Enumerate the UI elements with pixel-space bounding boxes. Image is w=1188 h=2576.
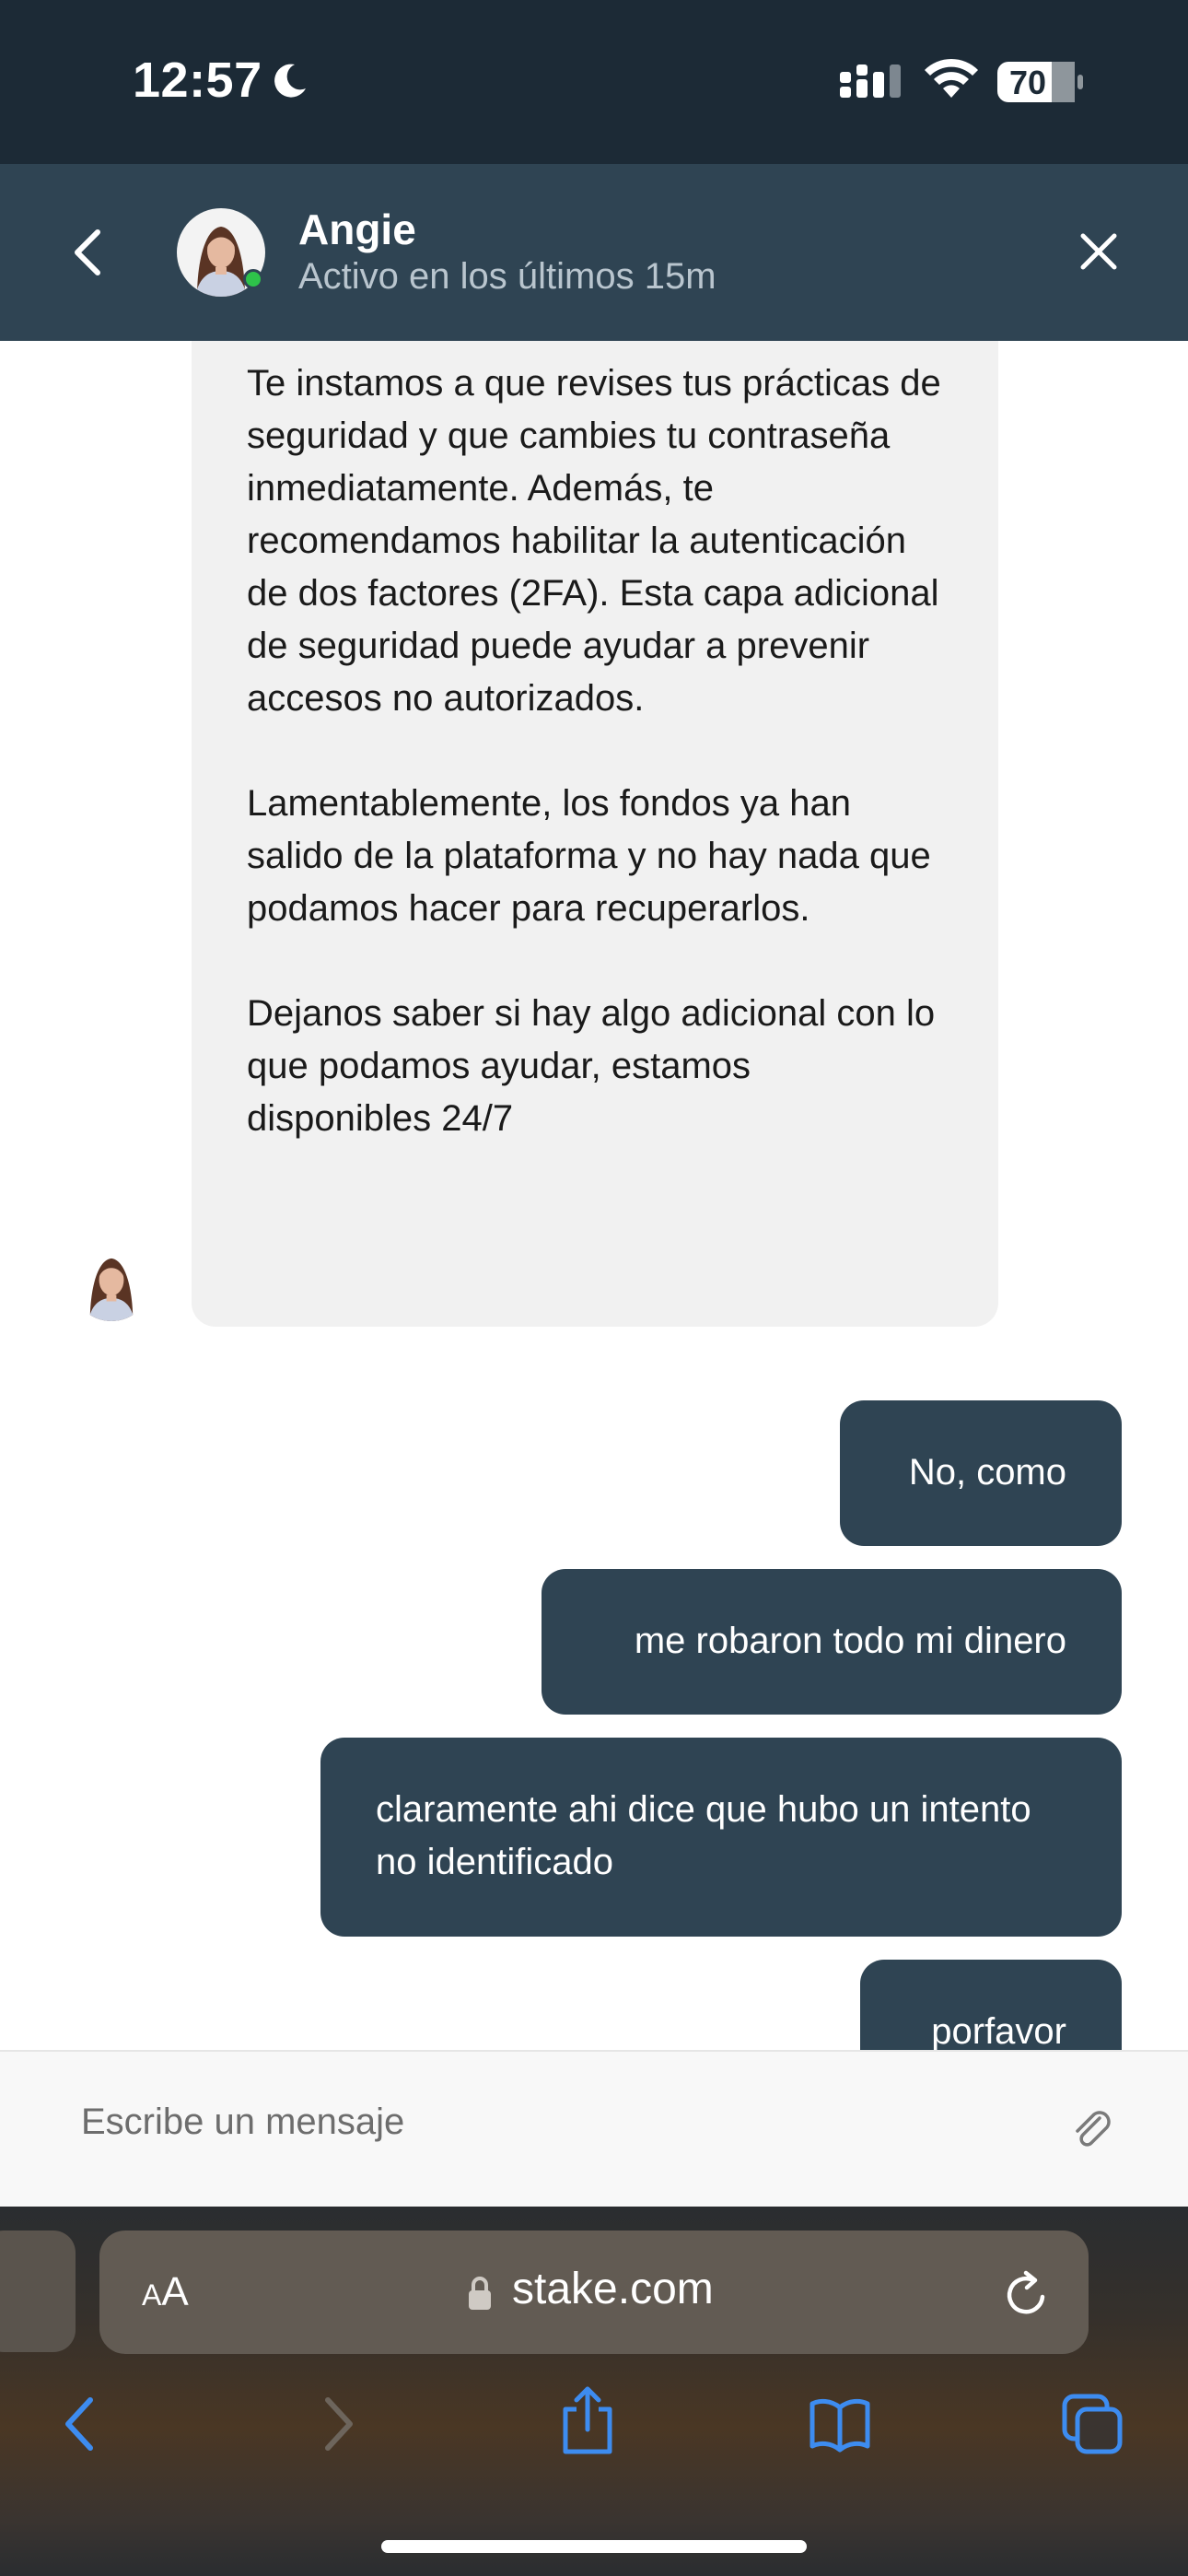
forward-arrow-icon[interactable]	[304, 2391, 370, 2457]
bookmarks-icon[interactable]	[807, 2391, 873, 2457]
incoming-message-paragraph: Lamentablemente, los fondos ya han salid…	[247, 783, 931, 929]
back-chevron-icon[interactable]	[64, 223, 112, 282]
browser-toolbar: AA stake.com	[0, 2207, 1188, 2576]
incoming-message-paragraph: Dejanos saber si hay algo adicional con …	[247, 993, 936, 1139]
outgoing-message-bubble: claramente ahi dice que hubo un intento …	[320, 1738, 1122, 1937]
wifi-icon	[925, 58, 978, 98]
previous-tab-preview[interactable]	[0, 2231, 76, 2352]
cellular-signal-icon	[840, 64, 901, 98]
reload-icon[interactable]	[1002, 2267, 1052, 2319]
agent-name: Angie	[298, 205, 416, 253]
tabs-icon[interactable]	[1059, 2391, 1125, 2457]
moon-icon	[274, 64, 306, 98]
outgoing-message-bubble: porfavor	[860, 1960, 1122, 2050]
battery-icon: 70	[996, 61, 1085, 103]
agent-avatar	[177, 208, 265, 297]
outgoing-message-bubble: No, como	[840, 1400, 1122, 1546]
online-indicator	[243, 269, 263, 289]
message-composer: Escribe un mensaje	[0, 2050, 1188, 2207]
incoming-message-paragraph: Te instamos a que revises tus prácticas …	[247, 363, 941, 719]
outgoing-message-bubble: me robaron todo mi dinero	[542, 1569, 1122, 1715]
text-size-button[interactable]: AA	[142, 2269, 189, 2315]
messages-list[interactable]: Te instamos a que revises tus prácticas …	[0, 341, 1188, 2050]
close-icon[interactable]	[1076, 228, 1122, 275]
status-time: 12:57	[133, 53, 262, 108]
battery-level: 70	[1009, 64, 1047, 101]
message-input[interactable]: Escribe un mensaje	[81, 2102, 404, 2143]
agent-avatar-small	[72, 1242, 151, 1321]
chat-header: Angie Activo en los últimos 15m	[0, 164, 1188, 341]
address-bar[interactable]: AA stake.com	[99, 2231, 1089, 2354]
back-arrow-icon[interactable]	[48, 2391, 114, 2457]
home-indicator	[381, 2540, 807, 2553]
status-bar: 12:57 70	[0, 0, 1188, 164]
share-icon[interactable]	[554, 2383, 621, 2457]
paperclip-icon[interactable]	[1068, 2105, 1114, 2151]
agent-status: Activo en los últimos 15m	[298, 256, 716, 297]
incoming-message-bubble: Te instamos a que revises tus prácticas …	[192, 341, 998, 1327]
url-text[interactable]: stake.com	[512, 2264, 714, 2314]
lock-icon	[469, 2277, 491, 2310]
